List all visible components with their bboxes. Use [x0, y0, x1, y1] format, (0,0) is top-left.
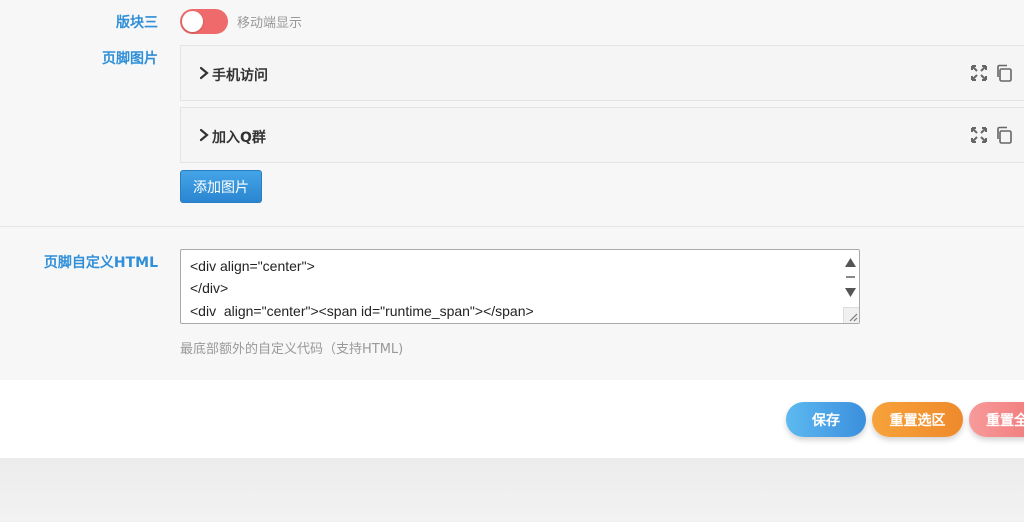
scroll-down-icon[interactable] — [845, 288, 856, 297]
action-bar: 保存 重置选区 重置全部 — [0, 380, 1024, 458]
custom-html-textarea[interactable]: <div align="center"> </div> <div align="… — [180, 249, 860, 324]
mobile-display-text: 移动端显示 — [237, 16, 303, 31]
scroll-up-icon[interactable] — [845, 258, 856, 267]
resize-handle-icon[interactable] — [843, 307, 859, 323]
chevron-right-icon — [199, 128, 209, 142]
footer-images-label: 页脚图片 — [102, 51, 158, 67]
reset-all-button[interactable]: 重置全部 — [969, 402, 1024, 437]
chevron-right-icon — [199, 66, 209, 80]
accordion-title: 加入Q群 — [212, 130, 266, 146]
custom-html-hint: 最底部额外的自定义代码（支持HTML) — [180, 342, 404, 357]
footer-html-label: 页脚自定义HTML — [43, 255, 158, 271]
code-line: <div align="center"> — [190, 258, 315, 274]
block3-label: 版块三 — [116, 15, 158, 31]
mobile-display-toggle[interactable] — [180, 9, 228, 34]
settings-panel: 版块三 移动端显示 页脚图片 手机访问 加入Q群 添加图片 页脚自定义HTML … — [0, 0, 1024, 380]
page-bottom — [0, 458, 1024, 522]
add-image-button[interactable]: 添加图片 — [180, 170, 262, 203]
save-button[interactable]: 保存 — [786, 402, 866, 437]
copy-icon[interactable] — [995, 64, 1013, 82]
expand-icon[interactable] — [970, 64, 988, 82]
code-line: </div> — [190, 280, 229, 296]
accordion-item-mobile-access[interactable]: 手机访问 — [180, 45, 1024, 101]
expand-icon[interactable] — [970, 126, 988, 144]
scroll-thumb[interactable] — [846, 276, 855, 278]
copy-icon[interactable] — [995, 126, 1013, 144]
section-divider — [0, 226, 1024, 227]
code-line: <div align="center"><span id="runtime_sp… — [190, 303, 534, 319]
reset-section-button[interactable]: 重置选区 — [872, 402, 963, 437]
toggle-knob — [182, 11, 203, 32]
accordion-item-join-qq-group[interactable]: 加入Q群 — [180, 107, 1024, 163]
accordion-title: 手机访问 — [212, 68, 268, 84]
